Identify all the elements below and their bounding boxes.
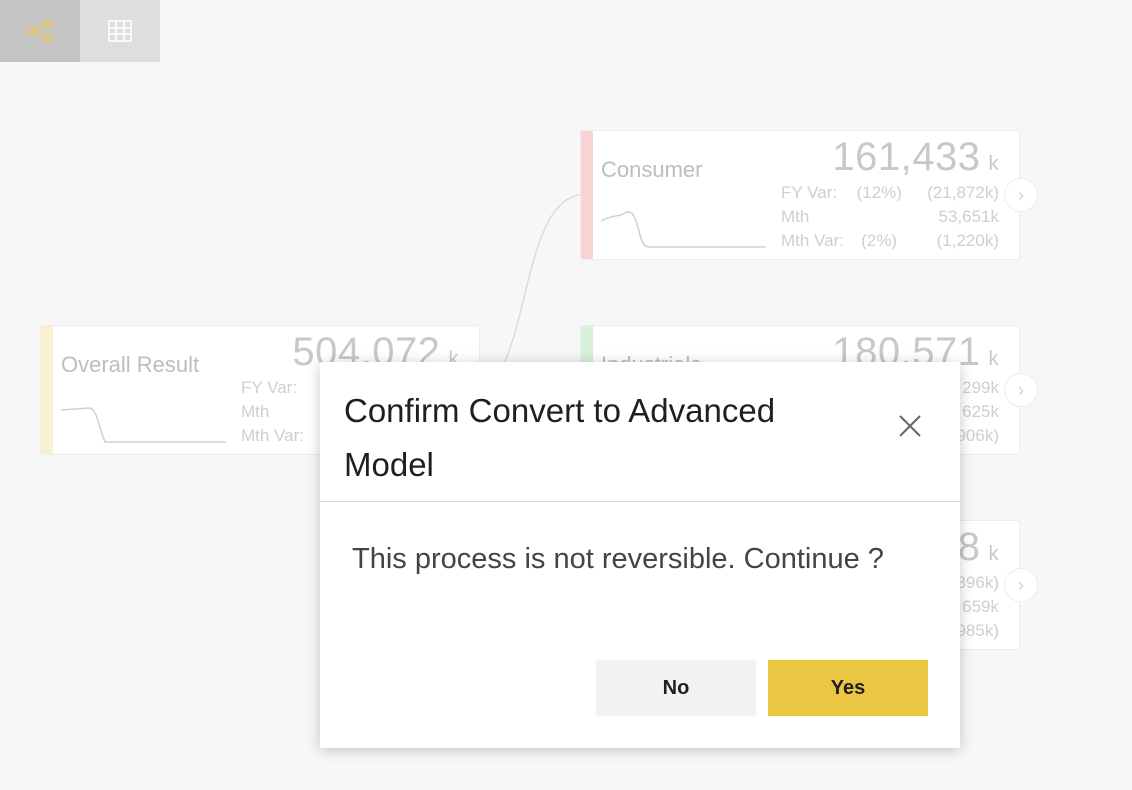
chevron-right-icon: › (1018, 574, 1024, 595)
node-value: 161,433 k (832, 135, 999, 179)
dialog-header: Confirm Convert to Advanced Model (320, 362, 960, 502)
tree-view-button[interactable] (0, 0, 80, 62)
dialog-message: This process is not reversible. Continue… (352, 543, 884, 575)
metric-row: Mth 53,651k (781, 207, 999, 226)
node-stripe (581, 131, 593, 259)
grid-table-icon (108, 20, 132, 42)
tree-diagram-icon (26, 20, 53, 42)
dialog-title: Confirm Convert to Advanced Model (344, 392, 776, 483)
no-button[interactable]: No (596, 660, 756, 716)
node-title: Overall Result (61, 352, 200, 377)
node-value: 8k (957, 525, 999, 569)
node-stripe (41, 326, 53, 454)
sparkline (61, 407, 226, 443)
yes-button[interactable]: Yes (768, 660, 928, 716)
close-button[interactable] (896, 412, 924, 440)
node-metrics: FY Var: (12%) (21,872k) Mth 53,651k Mth Var… (781, 181, 999, 253)
table-view-button[interactable] (80, 0, 160, 62)
node-title: Consumer (601, 157, 703, 182)
expand-industrials-button[interactable]: › (1004, 373, 1038, 407)
chevron-right-icon: › (1018, 379, 1024, 400)
view-toggle (0, 0, 160, 62)
expand-third-button[interactable]: › (1004, 568, 1038, 602)
node-consumer[interactable]: Consumer 161,433 k FY Var: (12%) (21,872k) … (580, 130, 1020, 260)
sparkline (601, 211, 766, 248)
confirm-dialog: Confirm Convert to Advanced Model This p… (320, 362, 960, 748)
expand-consumer-button[interactable]: › (1004, 178, 1038, 212)
close-icon (899, 415, 921, 437)
metric-row: FY Var: (12%) (21,872k) (781, 183, 999, 202)
metric-row: Mth Var: (2%) (1,220k) (781, 231, 999, 250)
chevron-right-icon: › (1018, 184, 1024, 205)
